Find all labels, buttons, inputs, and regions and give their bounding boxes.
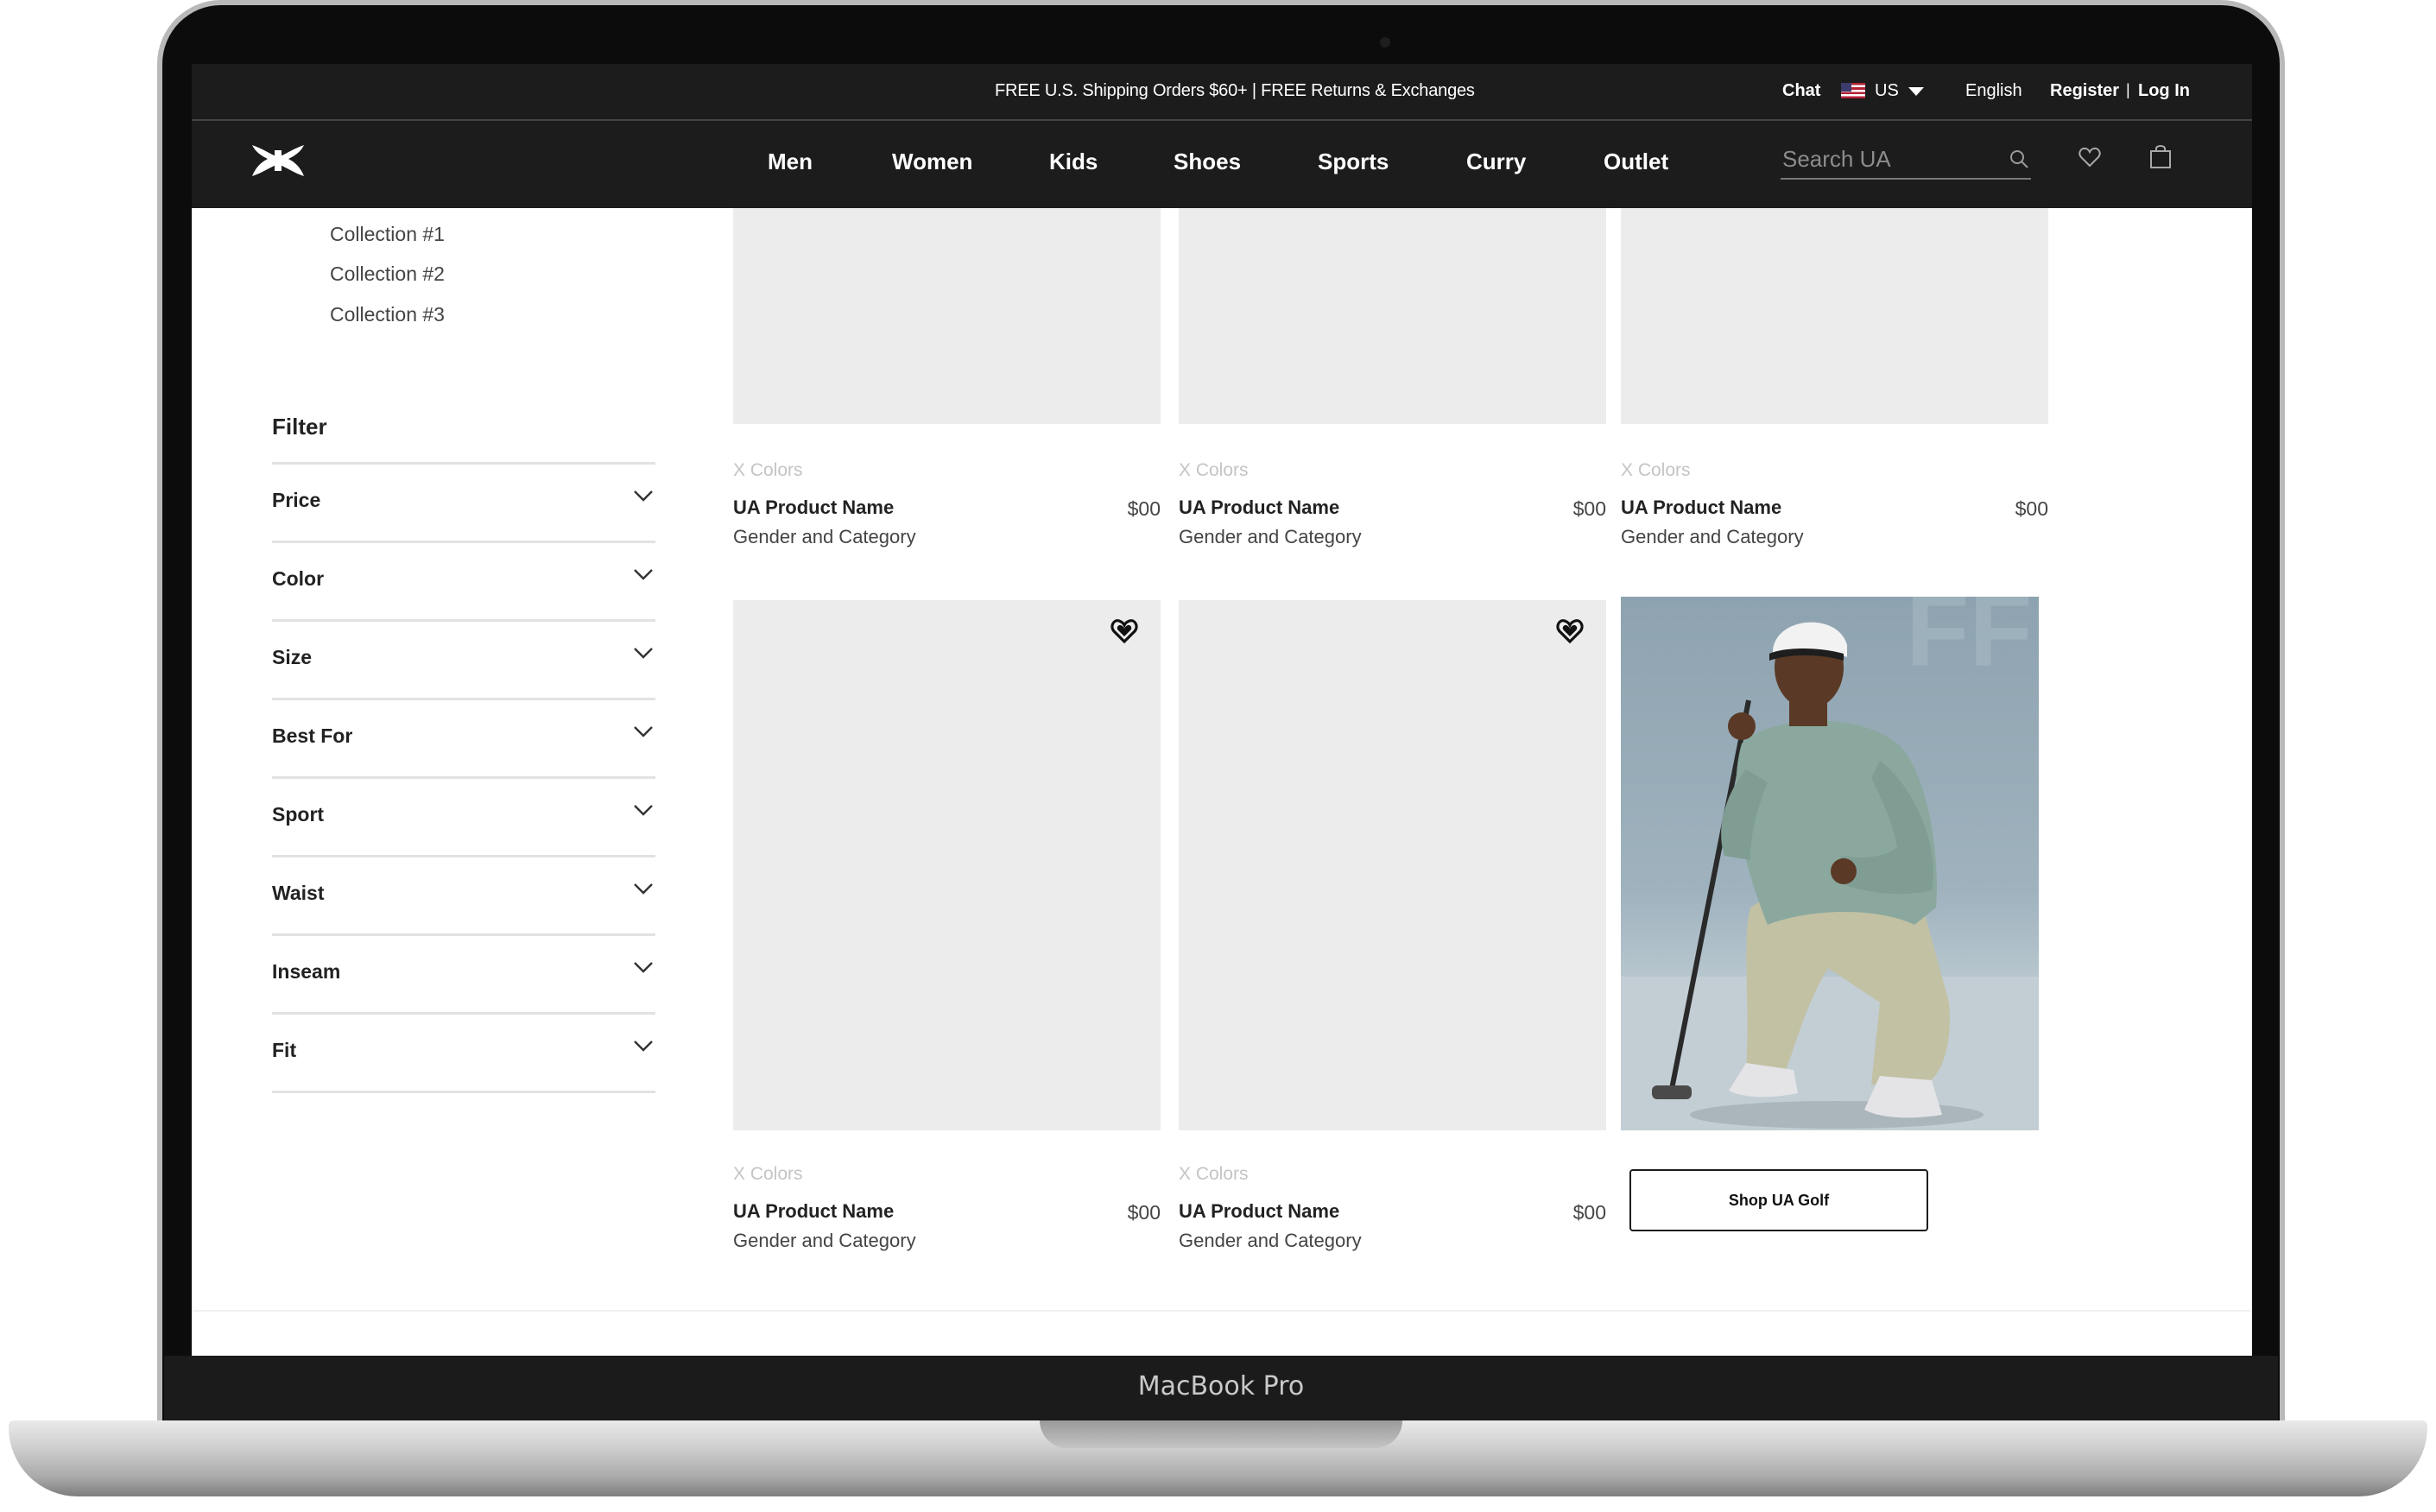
nav-outlet[interactable]: Outlet bbox=[1604, 149, 1668, 175]
collection-link-2[interactable]: Collection #2 bbox=[330, 263, 445, 286]
product-price: $00 bbox=[1127, 497, 1161, 520]
product-name[interactable]: UA Product Name bbox=[1621, 497, 1781, 519]
divider bbox=[272, 776, 655, 779]
filter-price[interactable]: Price bbox=[272, 475, 655, 527]
product-price: $00 bbox=[2015, 497, 2048, 520]
nav-women[interactable]: Women bbox=[892, 149, 972, 175]
divider bbox=[272, 541, 655, 543]
chevron-down-icon bbox=[634, 883, 653, 895]
product-price: $00 bbox=[1127, 1201, 1161, 1224]
nav-curry[interactable]: Curry bbox=[1466, 149, 1526, 175]
filter-fit[interactable]: Fit bbox=[272, 1025, 655, 1077]
device-label: MacBook Pro bbox=[1137, 1371, 1305, 1401]
camera-icon bbox=[1380, 37, 1390, 47]
filter-inseam[interactable]: Inseam bbox=[272, 946, 655, 998]
product-price: $00 bbox=[1572, 497, 1606, 520]
product-image[interactable] bbox=[733, 208, 1161, 424]
product-name[interactable]: UA Product Name bbox=[733, 1200, 894, 1223]
filter-label: Color bbox=[272, 567, 325, 590]
divider bbox=[272, 933, 655, 936]
filter-label: Sport bbox=[272, 803, 325, 826]
divider bbox=[192, 1310, 2252, 1312]
bag-icon[interactable] bbox=[2148, 143, 2173, 169]
filter-size[interactable]: Size bbox=[272, 632, 655, 684]
chevron-down-icon bbox=[634, 805, 653, 816]
heart-icon[interactable] bbox=[1110, 618, 1138, 644]
nav-sports[interactable]: Sports bbox=[1318, 149, 1389, 175]
filter-title: Filter bbox=[272, 414, 327, 440]
register-link[interactable]: Register bbox=[2050, 81, 2119, 101]
main-nav: Men Women Kids Shoes Sports Curry Outlet bbox=[192, 121, 2252, 208]
product-name[interactable]: UA Product Name bbox=[733, 497, 894, 519]
divider bbox=[272, 1012, 655, 1015]
product-colors: X Colors bbox=[1621, 460, 1691, 480]
filter-label: Fit bbox=[272, 1039, 297, 1061]
filter-label: Waist bbox=[272, 882, 325, 904]
product-name[interactable]: UA Product Name bbox=[1179, 497, 1339, 519]
product-image[interactable] bbox=[1179, 208, 1606, 424]
chevron-down-icon bbox=[634, 726, 653, 737]
chevron-down-icon bbox=[634, 648, 653, 659]
divider bbox=[272, 698, 655, 700]
divider bbox=[272, 855, 655, 857]
nav-men[interactable]: Men bbox=[768, 149, 813, 175]
heart-icon[interactable] bbox=[1556, 618, 1584, 644]
under-armour-logo-icon[interactable] bbox=[249, 143, 307, 178]
filter-waist[interactable]: Waist bbox=[272, 868, 655, 920]
divider bbox=[272, 462, 655, 465]
nav-shoes[interactable]: Shoes bbox=[1174, 149, 1241, 175]
filter-label: Best For bbox=[272, 724, 353, 747]
product-category: Gender and Category bbox=[733, 1230, 916, 1251]
promo-bar: FREE U.S. Shipping Orders $60+ | FREE Re… bbox=[192, 64, 2252, 121]
chevron-down-icon[interactable] bbox=[1908, 87, 1924, 96]
product-colors: X Colors bbox=[733, 1164, 803, 1184]
product-category: Gender and Category bbox=[733, 526, 916, 547]
divider bbox=[272, 619, 655, 622]
filter-best-for[interactable]: Best For bbox=[272, 711, 655, 762]
product-category: Gender and Category bbox=[1621, 526, 1804, 547]
search-input[interactable] bbox=[1781, 145, 2000, 173]
product-colors: X Colors bbox=[1179, 460, 1249, 480]
browser-screen: FREE U.S. Shipping Orders $60+ | FREE Re… bbox=[192, 64, 2252, 1356]
laptop-chin: MacBook Pro bbox=[164, 1356, 2278, 1423]
heart-icon[interactable] bbox=[2078, 145, 2102, 169]
product-image[interactable] bbox=[1179, 600, 1606, 1130]
product-name[interactable]: UA Product Name bbox=[1179, 1200, 1339, 1223]
product-category: Gender and Category bbox=[1179, 526, 1362, 547]
chevron-down-icon bbox=[634, 1041, 653, 1052]
search-icon[interactable] bbox=[2009, 149, 2029, 169]
chevron-down-icon bbox=[634, 962, 653, 973]
collection-link-1[interactable]: Collection #1 bbox=[330, 223, 445, 246]
shipping-promo-text: FREE U.S. Shipping Orders $60+ | FREE Re… bbox=[995, 81, 1475, 100]
language-selector[interactable]: English bbox=[1965, 81, 2022, 101]
link-separator: | bbox=[2126, 81, 2130, 98]
golfer-image: FF bbox=[1621, 597, 2039, 1130]
filter-label: Price bbox=[272, 489, 321, 511]
svg-text:FF: FF bbox=[1906, 597, 2033, 688]
product-price: $00 bbox=[1572, 1201, 1606, 1224]
divider bbox=[272, 1091, 655, 1093]
filter-label: Size bbox=[272, 646, 313, 668]
collection-link-3[interactable]: Collection #3 bbox=[330, 303, 445, 326]
search-box bbox=[1781, 142, 2031, 180]
promo-golfer-photo[interactable]: FF bbox=[1621, 597, 2039, 1130]
filter-sport[interactable]: Sport bbox=[272, 789, 655, 841]
hinge-notch bbox=[1040, 1420, 1402, 1448]
product-category: Gender and Category bbox=[1179, 1230, 1362, 1251]
chat-link[interactable]: Chat bbox=[1782, 81, 1820, 101]
chevron-down-icon bbox=[634, 569, 653, 580]
nav-kids[interactable]: Kids bbox=[1049, 149, 1098, 175]
us-flag-icon[interactable] bbox=[1841, 83, 1865, 98]
product-image[interactable] bbox=[733, 600, 1161, 1130]
product-colors: X Colors bbox=[1179, 1164, 1249, 1184]
filter-color[interactable]: Color bbox=[272, 554, 655, 605]
filter-label: Inseam bbox=[272, 960, 341, 983]
login-link[interactable]: Log In bbox=[2138, 81, 2190, 101]
country-selector[interactable]: US bbox=[1875, 81, 1899, 101]
product-image[interactable] bbox=[1621, 208, 2048, 424]
chevron-down-icon bbox=[634, 490, 653, 502]
product-colors: X Colors bbox=[733, 460, 803, 480]
shop-ua-golf-button[interactable]: Shop UA Golf bbox=[1629, 1169, 1928, 1231]
